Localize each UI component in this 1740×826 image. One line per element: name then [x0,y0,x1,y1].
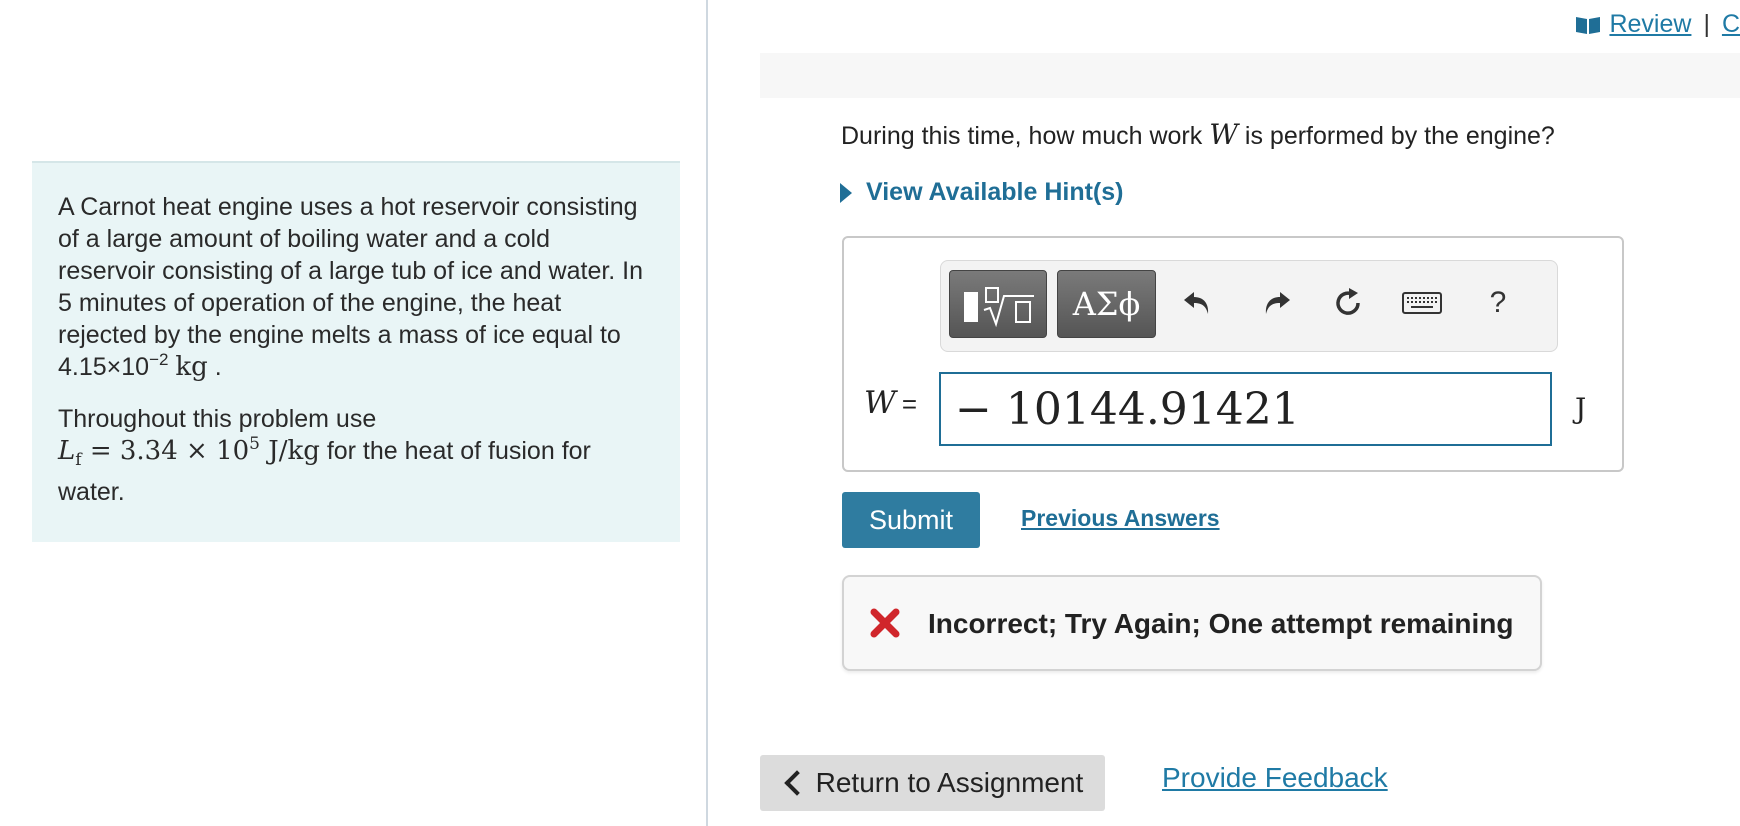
submit-button[interactable]: Submit [842,492,980,548]
previous-answers-link[interactable]: Previous Answers [1021,505,1220,532]
problem-paragraph-1: A Carnot heat engine uses a hot reservoi… [58,193,644,382]
pane-divider [706,0,708,826]
help-button[interactable]: ? [1478,283,1518,323]
answer-input[interactable]: − 10144.91421 [939,372,1552,446]
incorrect-x-icon [870,608,900,638]
work-variable: W [1209,118,1238,151]
provide-feedback-link[interactable]: Provide Feedback [1162,762,1388,794]
mass-value: 4.15×10−2 [58,350,169,381]
view-hints-toggle[interactable]: View Available Hint(s) [840,178,1123,207]
book-icon [1576,16,1601,34]
review-link[interactable]: Review [1609,10,1691,39]
next-link[interactable]: C [1722,10,1740,39]
reset-icon[interactable] [1328,283,1368,323]
chevron-left-icon [783,770,810,796]
return-label: Return to Assignment [815,767,1084,798]
question-text: During this time, how much work W is per… [841,118,1555,151]
keyboard-icon[interactable] [1400,283,1444,323]
link-separator: | [1703,10,1710,38]
caret-right-icon [840,182,852,203]
fraction-root-icon [964,287,1034,328]
problem-statement: A Carnot heat engine uses a hot reservoi… [32,161,680,542]
undo-icon[interactable] [1178,283,1218,323]
templates-button[interactable] [949,270,1047,338]
mass-unit: kg [175,352,208,382]
return-to-assignment-button[interactable]: Return to Assignment [760,755,1105,811]
greek-symbols-button[interactable]: ΑΣϕ [1057,270,1156,338]
hint-label: View Available Hint(s) [866,178,1124,206]
redo-icon[interactable] [1256,283,1296,323]
latent-heat-formula: Lf = 3.34 × 105 J/kg [58,434,320,471]
part-header-band [760,53,1740,98]
problem-paragraph-2: Throughout this problem use Lf = 3.34 × … [58,405,591,507]
top-links: Review | C [1575,10,1740,39]
answer-unit: J [1575,392,1587,425]
answer-label: W = [864,385,918,421]
feedback-message: Incorrect; Try Again; One attempt remain… [928,608,1514,639]
